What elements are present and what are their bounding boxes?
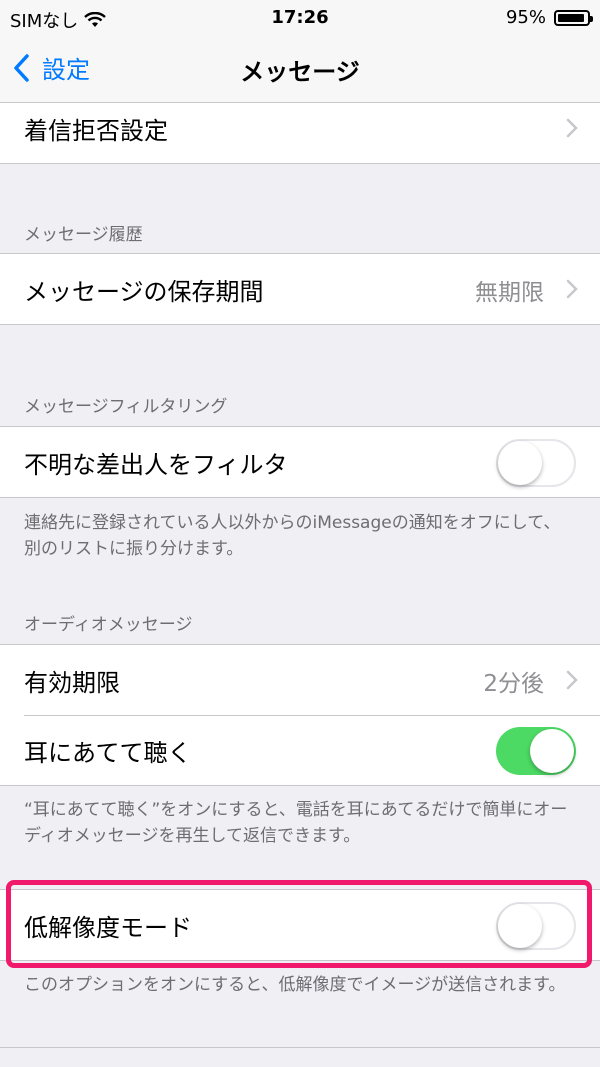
row-raise-to-listen-label: 耳にあてて聴く — [24, 739, 192, 767]
toggle-knob — [498, 904, 542, 948]
row-blocked[interactable]: 着信拒否設定 — [0, 93, 600, 163]
filter-unknown-toggle[interactable] — [496, 439, 576, 487]
battery-icon — [554, 9, 593, 26]
page-title: メッセージ — [240, 58, 360, 86]
row-keep-messages-value: 無期限 — [475, 280, 544, 306]
row-filter-unknown: 不明な差出人をフィルタ — [0, 427, 600, 497]
raise-to-listen-toggle[interactable] — [496, 727, 576, 775]
row-expire-label: 有効期限 — [24, 669, 120, 697]
status-right: 95% — [505, 7, 593, 28]
chevron-right-icon — [566, 279, 578, 299]
group-blocked: 着信拒否設定 — [0, 92, 600, 164]
row-keep-messages[interactable]: メッセージの保存期間 無期限 — [0, 254, 600, 324]
row-expire[interactable]: 有効期限 2分後 — [0, 645, 600, 715]
group-low-quality: 低解像度モード — [0, 889, 600, 961]
section-header-audio: オーディオメッセージ — [24, 615, 193, 635]
low-quality-toggle[interactable] — [496, 902, 576, 950]
toggle-knob — [530, 729, 574, 773]
low-quality-footer: このオプションをオンにすると、低解像度でイメージが送信されます。 — [24, 975, 566, 995]
chevron-right-icon — [566, 118, 578, 138]
divider — [0, 1047, 600, 1048]
group-history: メッセージの保存期間 無期限 — [0, 253, 600, 325]
filtering-footer: 連絡先に登録されている人以外からのiMessageの通知をオフにして、別のリスト… — [24, 513, 561, 559]
group-filtering: 不明な差出人をフィルタ — [0, 426, 600, 498]
row-expire-value: 2分後 — [483, 671, 544, 697]
toggle-knob — [498, 441, 542, 485]
row-low-quality-label: 低解像度モード — [24, 914, 192, 942]
row-low-quality: 低解像度モード — [0, 890, 600, 960]
battery-percent: 95% — [505, 7, 546, 28]
row-blocked-label: 着信拒否設定 — [24, 117, 168, 145]
section-header-filtering: メッセージフィルタリング — [24, 397, 228, 417]
row-filter-unknown-label: 不明な差出人をフィルタ — [24, 451, 288, 479]
row-keep-messages-label: メッセージの保存期間 — [24, 278, 264, 306]
status-bar: SIMなし 17:26 95% — [0, 0, 600, 36]
chevron-right-icon — [566, 670, 578, 690]
section-header-history: メッセージ履歴 — [24, 225, 143, 245]
audio-footer: “耳にあてて聴く”をオンにすると、電話を耳にあてるだけで簡単にオーディオメッセー… — [24, 800, 568, 846]
row-raise-to-listen: 耳にあてて聴く — [0, 715, 600, 785]
group-audio: 有効期限 2分後 耳にあてて聴く — [0, 644, 600, 786]
